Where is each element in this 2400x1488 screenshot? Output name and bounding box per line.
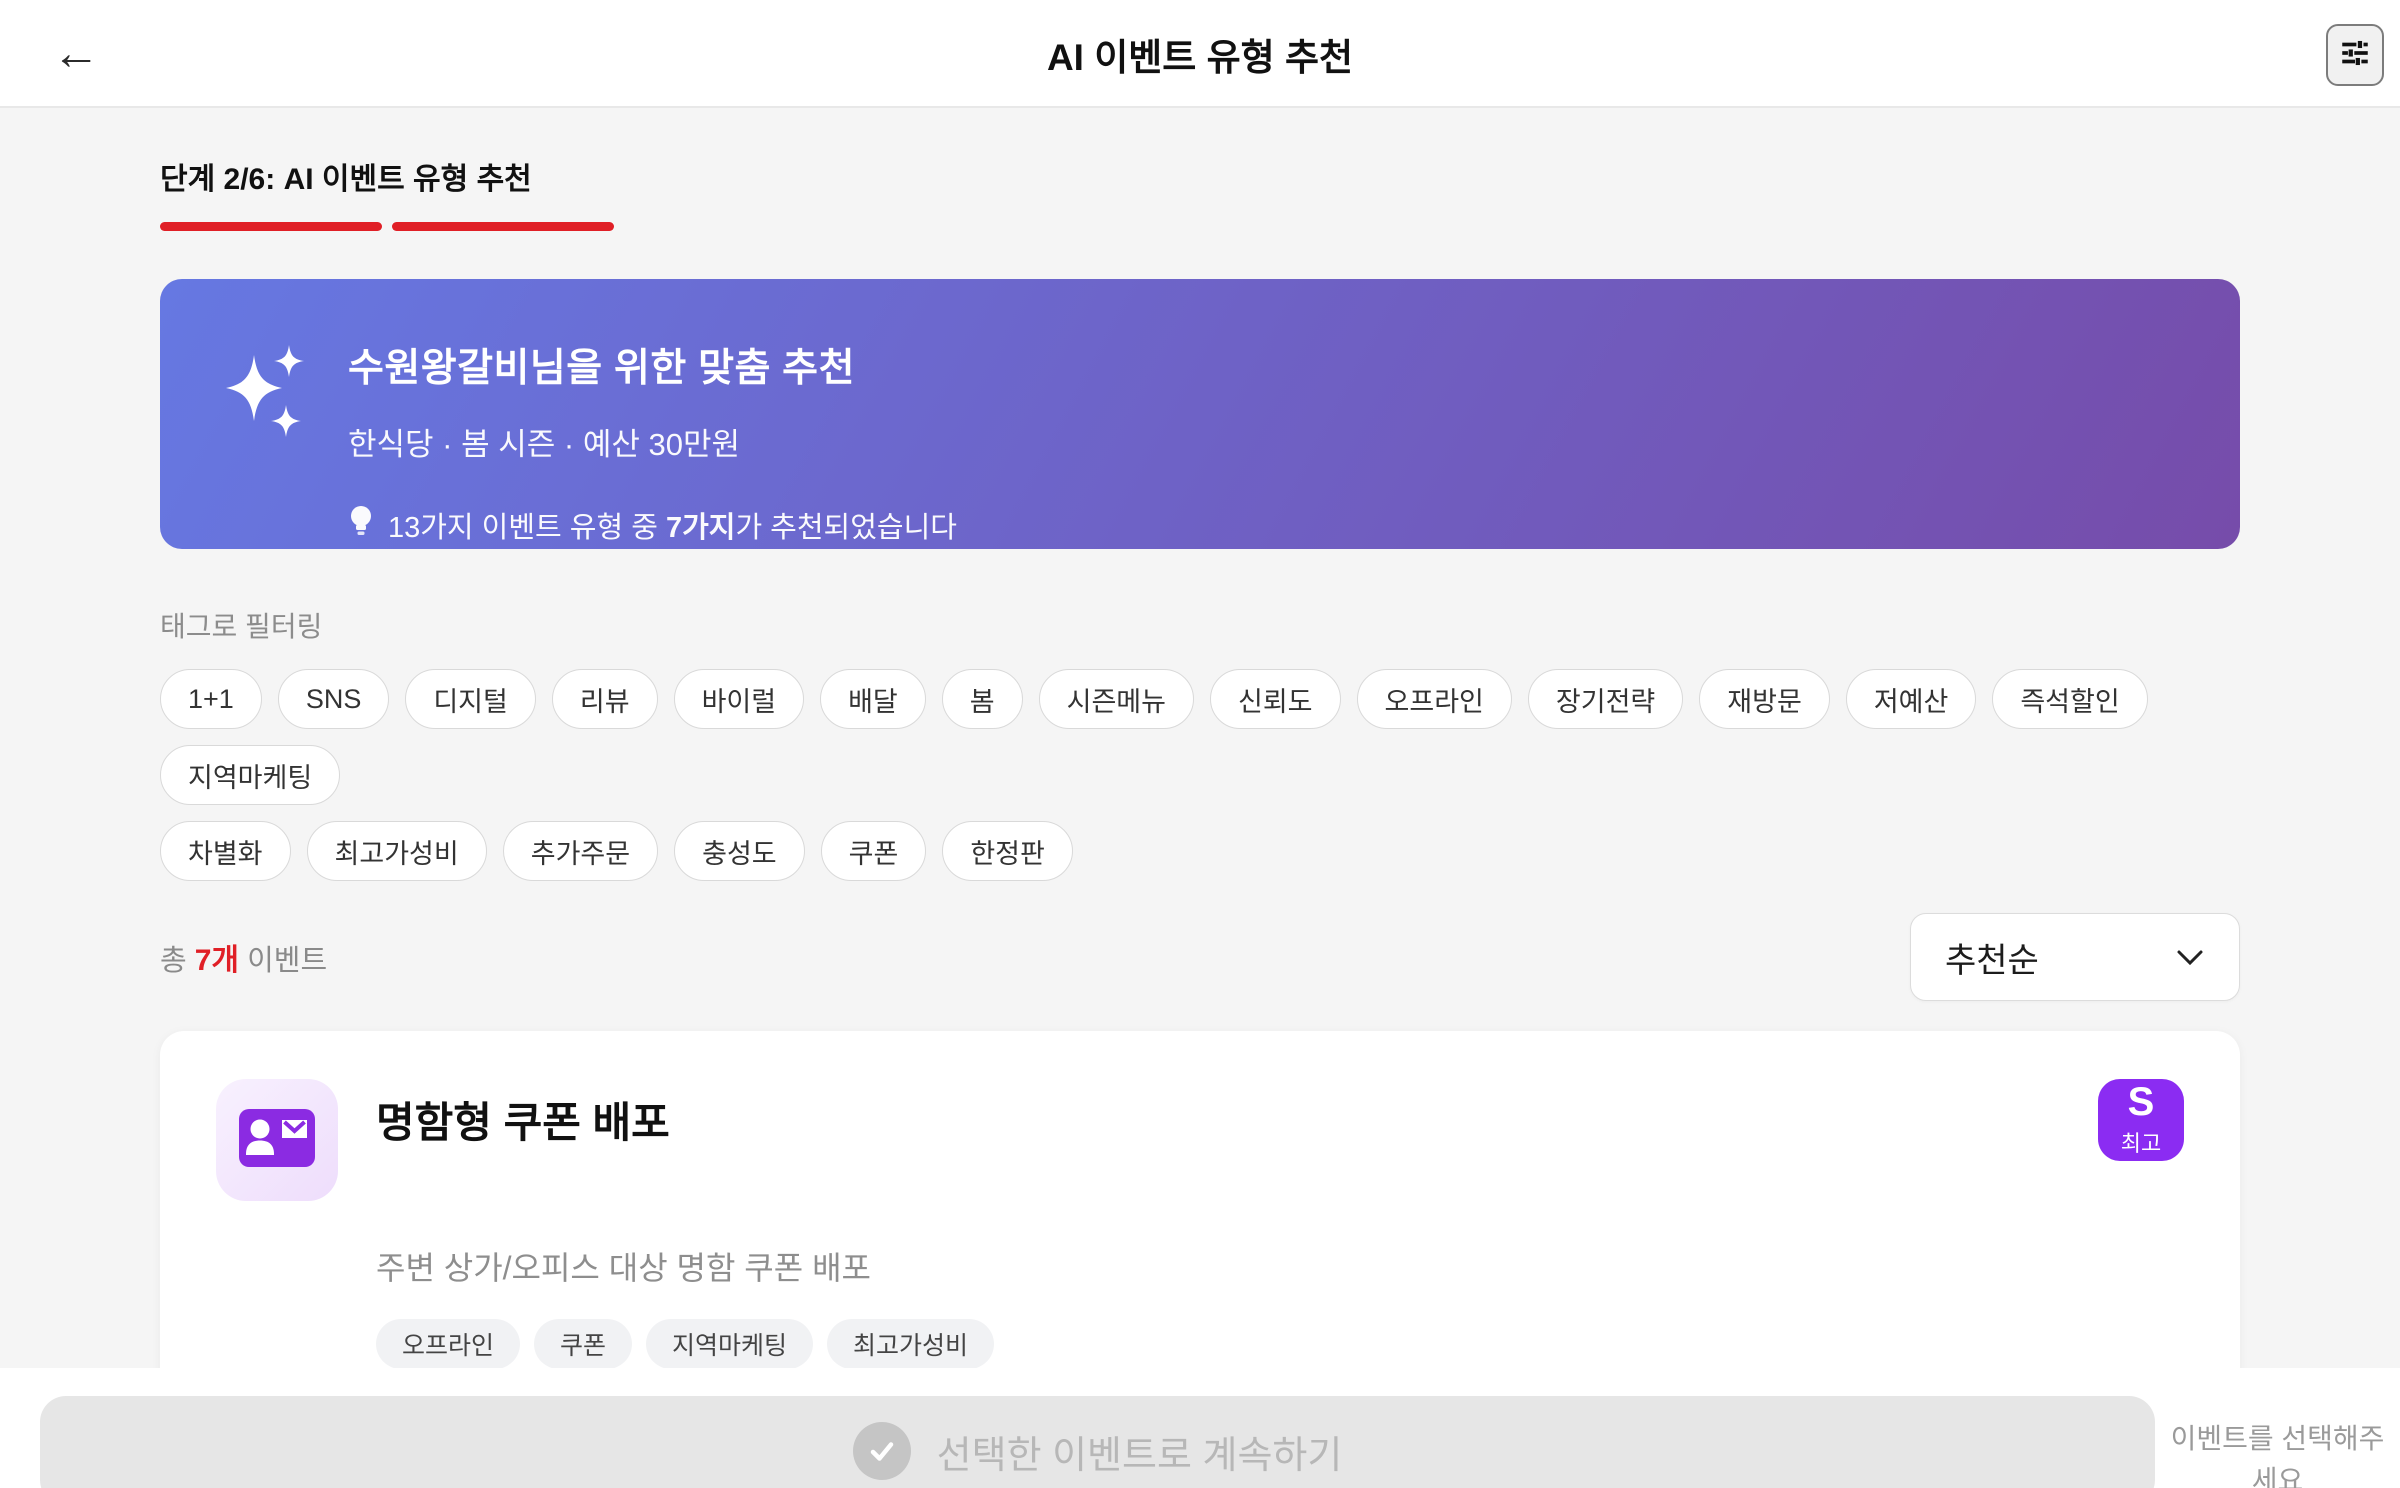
- bottom-action-bar: 선택한 이벤트로 계속하기 이벤트를 선택해주 세요: [0, 1368, 2400, 1488]
- sort-row: 총 7개 이벤트 추천순: [160, 913, 2240, 1001]
- grade-badge: S 최고: [2098, 1079, 2184, 1161]
- bulb-icon: [348, 505, 374, 545]
- tag-chip[interactable]: 추가주문: [502, 821, 659, 881]
- tag-chip[interactable]: 리뷰: [551, 669, 658, 729]
- banner-info: 13가지 이벤트 유형 중 7가지가 추천되었습니다: [348, 504, 957, 546]
- banner-body: 수원왕갈비님을 위한 맞춤 추천 한식당 · 봄 시즌 · 예산 30만원 13…: [348, 337, 957, 549]
- tag-chip[interactable]: 봄: [941, 669, 1023, 729]
- selection-helper-text: 이벤트를 선택해주 세요: [2170, 1423, 2385, 1488]
- event-tags: 오프라인 쿠폰 지역마케팅 최고가성비: [376, 1319, 2184, 1369]
- event-icon-tile: [216, 1079, 338, 1201]
- progress-segment: [392, 222, 614, 231]
- event-tag: 오프라인: [376, 1319, 521, 1369]
- tag-chip[interactable]: 오프라인: [1356, 669, 1512, 729]
- recommendation-banner: 수원왕갈비님을 위한 맞춤 추천 한식당 · 봄 시즌 · 예산 30만원 13…: [160, 279, 2240, 549]
- event-tag: 지역마케팅: [646, 1319, 814, 1369]
- tag-chip[interactable]: 재방문: [1699, 669, 1830, 729]
- grade-letter: S: [2127, 1080, 2155, 1124]
- event-card-title-area: 명함형 쿠폰 배포: [376, 1079, 2098, 1150]
- main-content: 단계 2/6: AI 이벤트 유형 추천 수원왕갈비님을 위한 맞춤 추천 한식…: [0, 110, 2400, 1488]
- sort-selected-value: 추천순: [1945, 941, 2039, 980]
- contact-card-icon: [239, 1108, 315, 1172]
- tag-chip[interactable]: 바이럴: [673, 669, 805, 729]
- sparkles-icon: [226, 345, 304, 437]
- tag-chip[interactable]: 신뢰도: [1210, 669, 1341, 729]
- progress-segment: [160, 222, 382, 231]
- header: ← AI 이벤트 유형 추천: [0, 0, 2400, 108]
- tag-chip[interactable]: 디지털: [405, 669, 536, 729]
- tag-chip[interactable]: 장기전략: [1527, 669, 1684, 729]
- tag-chip[interactable]: 지역마케팅: [160, 745, 341, 805]
- event-count: 7개: [194, 944, 240, 977]
- tag-filter-row-2: 차별화 최고가성비 추가주문 충성도 쿠폰 한정판: [160, 821, 2240, 881]
- banner-title: 수원왕갈비님을 위한 맞춤 추천: [348, 347, 855, 390]
- event-count-summary: 총 7개 이벤트: [160, 944, 328, 977]
- step-indicator: 단계 2/6: AI 이벤트 유형 추천: [160, 163, 532, 196]
- ai-event-recommendation-screen: ← AI 이벤트 유형 추천 단계 2/6: AI 이벤트 유형 추천 수원왕갈…: [0, 0, 2400, 1488]
- banner-info-text: 13가지 이벤트 유형 중 7가지가 추천되었습니다: [388, 512, 957, 544]
- event-title: 명함형 쿠폰 배포: [376, 1099, 670, 1146]
- page-title: AI 이벤트 유형 추천: [1046, 37, 1354, 78]
- banner-subtitle: 한식당 · 봄 시즌 · 예산 30만원: [348, 427, 741, 462]
- tag-chip[interactable]: 시즌메뉴: [1038, 669, 1194, 729]
- filter-settings-button[interactable]: [2326, 24, 2384, 86]
- tag-chip[interactable]: 충성도: [674, 821, 805, 881]
- grade-label: 최고: [2120, 1131, 2162, 1156]
- tag-chip[interactable]: 최고가성비: [306, 821, 487, 881]
- tune-sliders-icon: [2338, 36, 2372, 75]
- tag-chip[interactable]: 한정판: [942, 821, 1073, 881]
- progress-bar: [160, 222, 2240, 231]
- tag-chip[interactable]: 배달: [820, 669, 926, 729]
- check-circle-icon: [852, 1422, 911, 1480]
- tag-chip[interactable]: 1+1: [160, 669, 262, 729]
- tag-chip[interactable]: 저예산: [1845, 669, 1977, 729]
- tag-chip[interactable]: SNS: [277, 669, 390, 729]
- event-description: 주변 상가/오피스 대상 명함 쿠폰 배포: [376, 1250, 871, 1286]
- tag-chip[interactable]: 차별화: [160, 821, 291, 881]
- event-tag: 쿠폰: [534, 1319, 633, 1369]
- tag-chip[interactable]: 즉석할인: [1992, 669, 2148, 729]
- tag-filter-row-1: 1+1 SNS 디지털 리뷰 바이럴 배달 봄 시즌메뉴 신뢰도 오프라인 장기전략 재방문 저예산 즉석…: [160, 669, 2240, 805]
- sort-dropdown[interactable]: 추천순: [1910, 913, 2240, 1001]
- event-tag: 최고가성비: [827, 1319, 995, 1369]
- event-card-header: 명함형 쿠폰 배포 S 최고: [216, 1079, 2184, 1201]
- filter-section-label: 태그로 필터링: [160, 611, 323, 642]
- tag-chip[interactable]: 쿠폰: [820, 821, 927, 881]
- chevron-down-icon: [2175, 938, 2205, 977]
- continue-button-label: 선택한 이벤트로 계속하기: [936, 1434, 1343, 1477]
- continue-button[interactable]: 선택한 이벤트로 계속하기: [40, 1396, 2155, 1488]
